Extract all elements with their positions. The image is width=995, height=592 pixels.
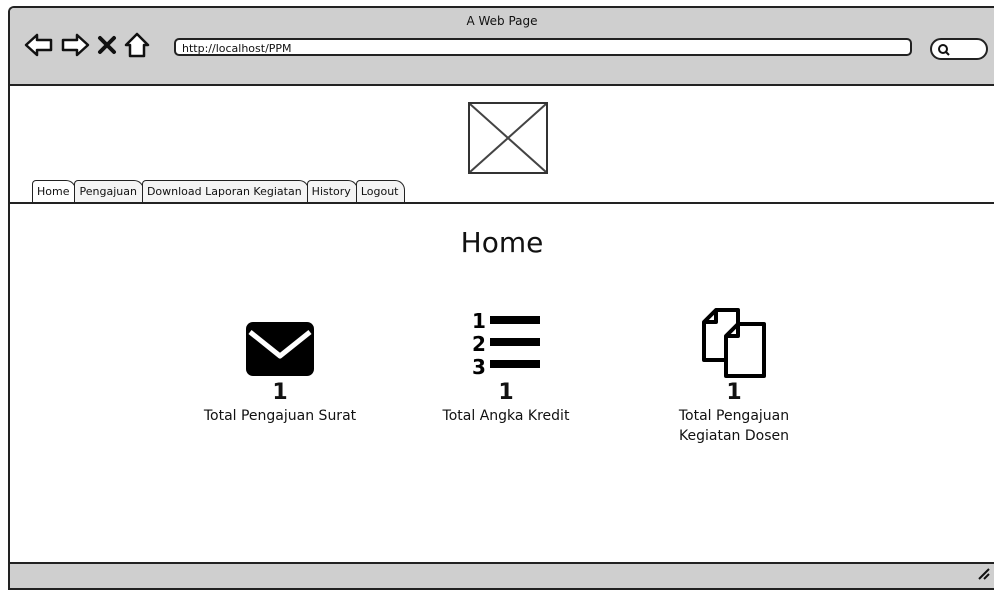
documents-icon bbox=[624, 304, 844, 378]
nav-buttons bbox=[24, 32, 150, 58]
stat-label: Total Pengajuan Surat bbox=[203, 408, 357, 424]
tab-pengajuan[interactable]: Pengajuan bbox=[74, 180, 144, 202]
svg-text:2: 2 bbox=[472, 332, 486, 356]
tab-history[interactable]: History bbox=[306, 180, 358, 202]
address-bar[interactable]: http://localhost/PPM bbox=[174, 38, 912, 56]
envelope-icon bbox=[170, 304, 390, 378]
search-button[interactable] bbox=[930, 38, 988, 60]
stat-angka-kredit[interactable]: 1 2 3 1 Total Angka Kredit bbox=[396, 304, 616, 426]
stat-kegiatan-dosen[interactable]: 1 Total Pengajuan Kegiatan Dosen bbox=[624, 304, 844, 446]
page-title: Home bbox=[460, 226, 544, 259]
stat-count: 1 bbox=[498, 380, 514, 405]
back-arrow-icon[interactable] bbox=[24, 33, 54, 57]
nav-tabs: Home Pengajuan Download Laporan Kegiatan… bbox=[32, 180, 406, 202]
svg-text:1: 1 bbox=[472, 309, 486, 333]
window-title: A Web Page bbox=[466, 14, 538, 28]
page-header: Home Pengajuan Download Laporan Kegiatan… bbox=[10, 86, 994, 204]
stat-label: Total Pengajuan Kegiatan Dosen bbox=[678, 408, 790, 444]
tab-logout[interactable]: Logout bbox=[355, 180, 406, 202]
resize-grip-icon[interactable] bbox=[976, 565, 990, 584]
tab-download-laporan-kegiatan[interactable]: Download Laporan Kegiatan bbox=[141, 180, 309, 202]
stat-pengajuan-surat[interactable]: 1 Total Pengajuan Surat bbox=[170, 304, 390, 426]
browser-window: A Web Page http://localhost/PPM Home Pen… bbox=[8, 6, 994, 590]
stat-label: Total Angka Kredit bbox=[442, 408, 570, 424]
tab-home[interactable]: Home bbox=[32, 180, 77, 202]
close-icon[interactable] bbox=[96, 33, 118, 57]
stat-count: 1 bbox=[272, 380, 288, 405]
stat-count: 1 bbox=[726, 380, 742, 405]
numbered-list-icon: 1 2 3 bbox=[396, 304, 616, 378]
home-icon[interactable] bbox=[124, 32, 150, 58]
main-content: Home 1 Total Pengajuan Surat 1 2 3 1 Tot… bbox=[10, 204, 994, 564]
status-bar bbox=[10, 562, 994, 588]
forward-arrow-icon[interactable] bbox=[60, 33, 90, 57]
browser-toolbar: A Web Page http://localhost/PPM bbox=[10, 8, 994, 86]
image-placeholder-icon bbox=[468, 102, 548, 174]
svg-text:3: 3 bbox=[472, 355, 486, 378]
search-icon bbox=[938, 44, 950, 56]
